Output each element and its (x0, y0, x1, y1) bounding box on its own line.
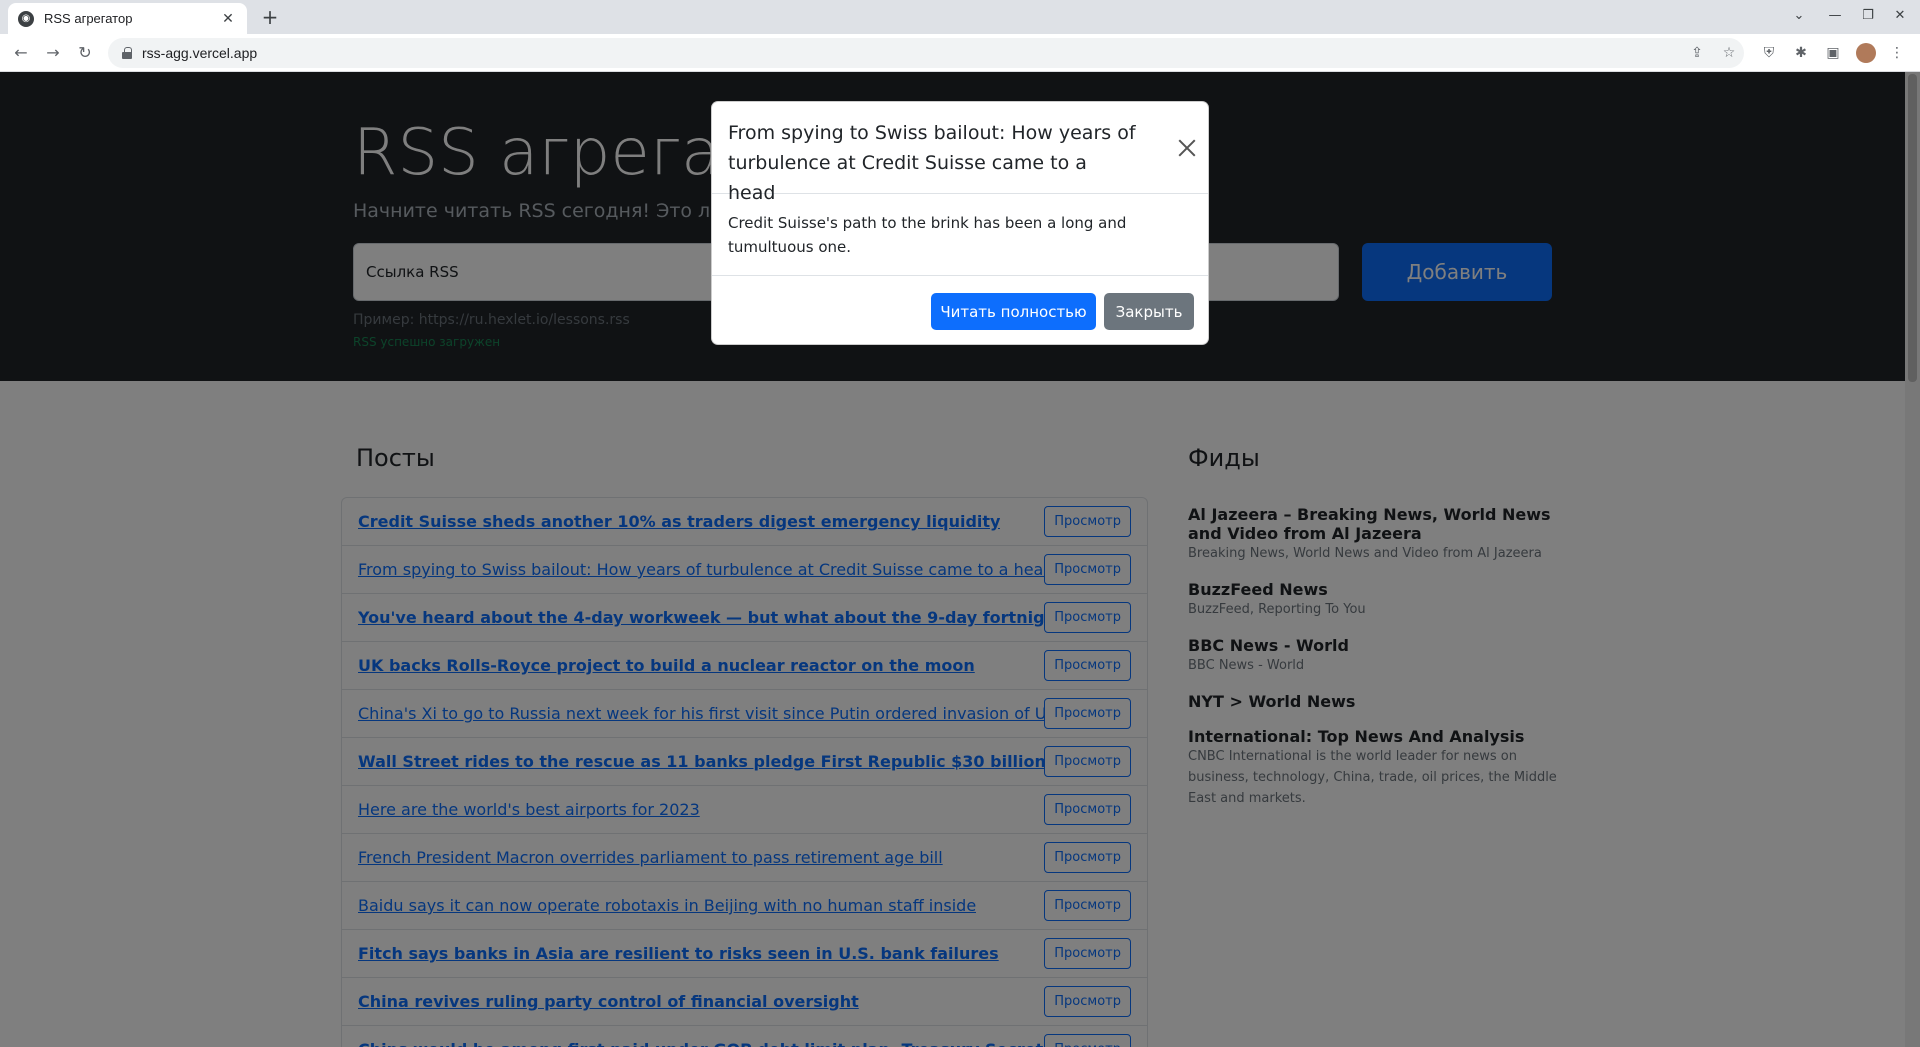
close-icon[interactable] (1175, 136, 1199, 160)
new-tab-button[interactable]: + (258, 6, 282, 30)
tab-title: RSS агрегатор (44, 11, 133, 26)
close-button[interactable]: Закрыть (1104, 293, 1194, 330)
side-panel-icon[interactable]: ▣ (1824, 44, 1842, 62)
post-preview-modal: From spying to Swiss bailout: How years … (711, 101, 1209, 345)
tab-search-icon[interactable]: ⌄ (1789, 8, 1809, 23)
read-full-button[interactable]: Читать полностью (931, 293, 1096, 330)
forward-icon[interactable]: → (42, 42, 64, 64)
modal-title: From spying to Swiss bailout: How years … (728, 122, 1136, 204)
modal-body: Credit Suisse's path to the brink has be… (728, 214, 1127, 256)
profile-avatar[interactable] (1856, 43, 1876, 63)
close-window-icon[interactable]: ✕ (1890, 8, 1910, 23)
url-text: rss-agg.vercel.app (142, 45, 258, 61)
tab-close-icon[interactable]: ✕ (219, 11, 237, 27)
globe-icon: ◉ (18, 10, 34, 27)
minimize-icon[interactable]: — (1825, 8, 1845, 23)
lock-icon (122, 47, 132, 59)
modal-footer: Читать полностью Закрыть (712, 275, 1208, 344)
browser-tab[interactable]: ◉ RSS агрегатор ✕ (8, 3, 247, 34)
reload-icon[interactable]: ↻ (74, 42, 96, 64)
restore-icon[interactable]: ❐ (1858, 8, 1878, 23)
browser-toolbar: ← → ↻ rss-agg.vercel.app ⇪ ☆ ⛨ ✱ ▣ ⋮ (0, 34, 1920, 72)
menu-kebab-icon[interactable]: ⋮ (1888, 44, 1906, 62)
address-bar[interactable]: rss-agg.vercel.app (108, 38, 1744, 68)
browser-tab-bar: ◉ RSS агрегатор ✕ + ⌄ — ❐ ✕ (0, 0, 1920, 34)
bookmark-star-icon[interactable]: ☆ (1720, 44, 1738, 62)
share-icon[interactable]: ⇪ (1688, 44, 1706, 62)
modal-header: From spying to Swiss bailout: How years … (712, 102, 1208, 204)
shield-extension-icon[interactable]: ⛨ (1760, 44, 1778, 62)
extensions-puzzle-icon[interactable]: ✱ (1792, 44, 1810, 62)
back-icon[interactable]: ← (10, 42, 32, 64)
